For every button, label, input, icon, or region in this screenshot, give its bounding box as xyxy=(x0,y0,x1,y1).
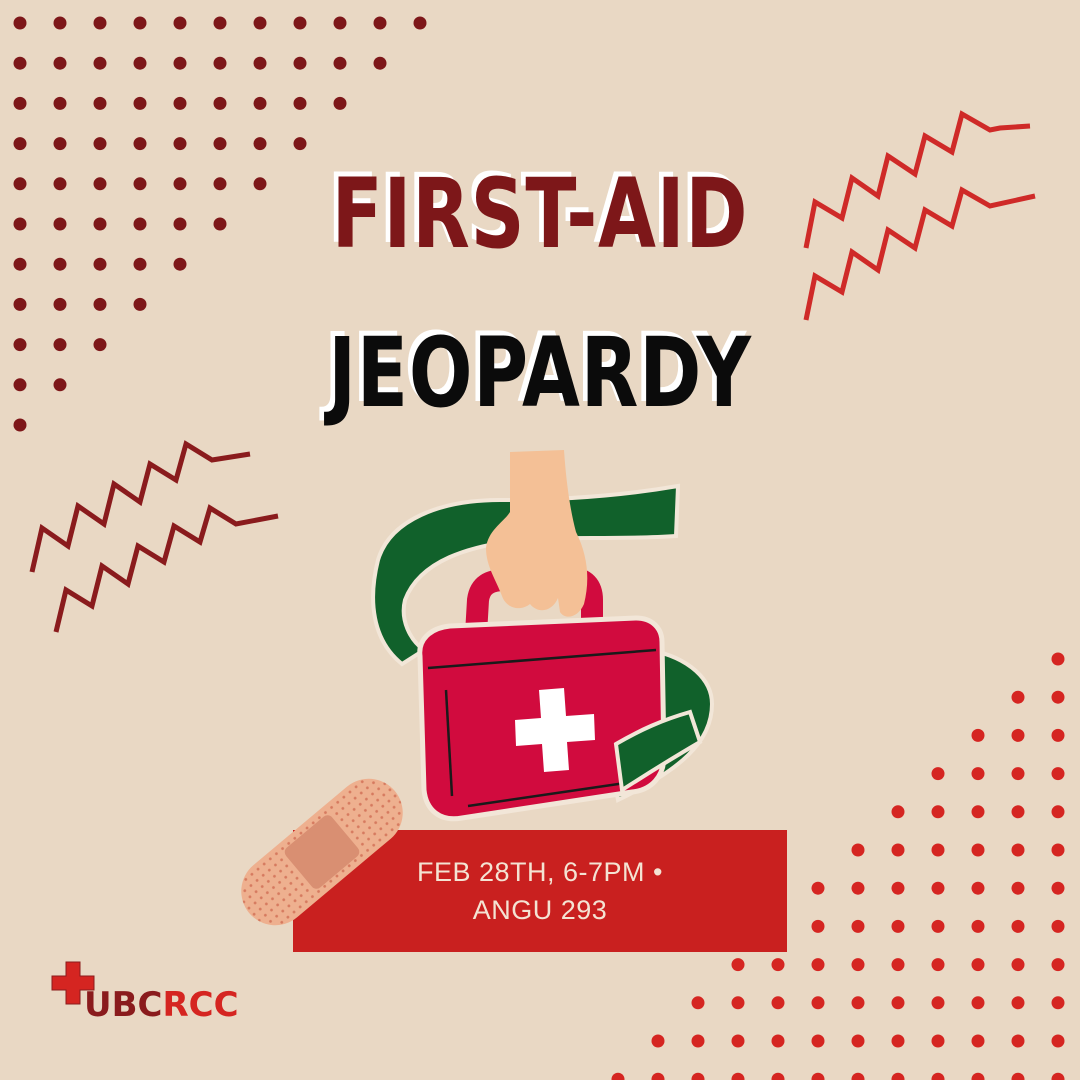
logo-text-rcc: RCC xyxy=(162,985,239,1025)
red-cross-icon xyxy=(51,961,95,1005)
event-poster: FIRST-AID JEOPARDY FEB 28TH, 6-7PM • ANG… xyxy=(0,0,1080,1080)
logo-text-ubc: UBC xyxy=(84,985,163,1025)
club-logo: UBCRCC xyxy=(84,985,239,1025)
